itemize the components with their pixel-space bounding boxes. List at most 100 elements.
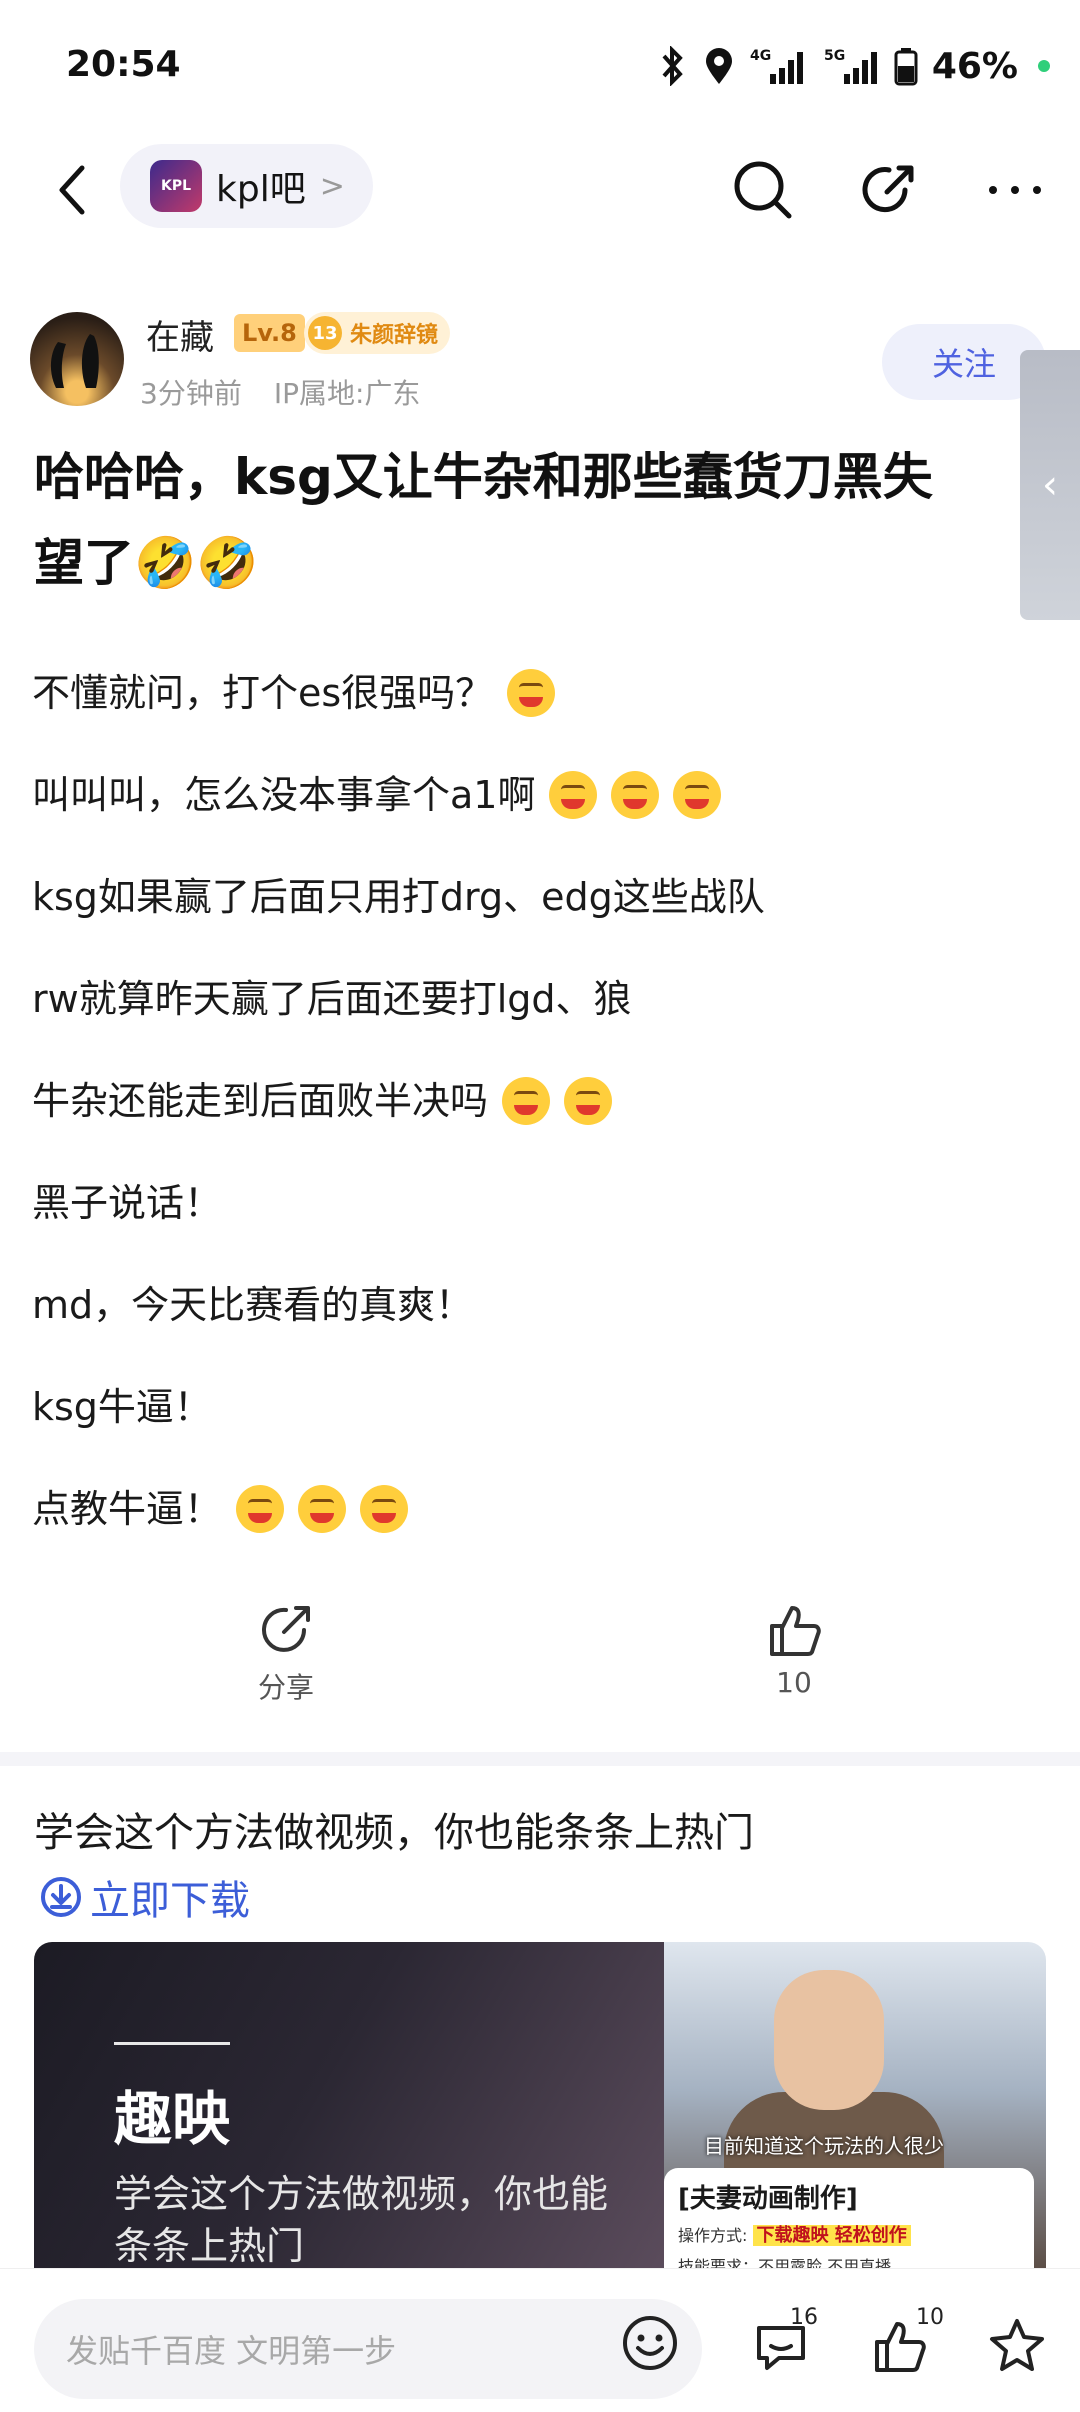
honor-title: 朱颜辞镜 <box>350 323 439 348</box>
post-paragraph: md，今天比赛看的真爽！ <box>32 1254 1052 1356</box>
emoji-icon <box>236 1485 285 1533</box>
ad-brand: 趣映 <box>114 2085 231 2153</box>
honor-badge: 13 朱颜辞镜 <box>304 312 451 354</box>
status-bar: 20:54 4G 5G 46% <box>0 0 1080 140</box>
ad-box-highlight: 下载趣映 轻松创作 <box>752 2225 911 2246</box>
post-paragraph: 叫叫叫，怎么没本事拿个a1啊 <box>32 744 1052 846</box>
post-paragraph: 点教牛逼！ <box>32 1458 1052 1560</box>
post-paragraph: 不懂就问，打个es很强吗？ <box>32 642 1052 744</box>
paragraph-text: 叫叫叫，怎么没本事拿个a1啊 <box>32 773 536 817</box>
avatar-penguins-icon <box>50 334 99 388</box>
ad-left-panel: 趣映 学会这个方法做视频，你也能条条上热门 <box>34 1942 664 2272</box>
like-button[interactable]: 10 <box>724 1600 864 1699</box>
level-badge: Lv.8 <box>234 314 305 352</box>
emoji-icon <box>564 1077 613 1125</box>
share-edit-button[interactable] <box>854 155 924 225</box>
download-label: 立即下载 <box>90 1878 250 1924</box>
ad-rule <box>114 2042 230 2045</box>
ad-box-row: 操作方式: 下载趣映 轻松创作 <box>678 2221 1020 2247</box>
bottom-bar: 发贴千百度 文明第一步 16 10 <box>0 2268 1080 2412</box>
ad-card[interactable]: 趣映 学会这个方法做视频，你也能条条上热门 目前知道这个玩法的人很少 [夫妻动画… <box>34 1942 1046 2272</box>
paragraph-text: 黑子说话！ <box>32 1181 223 1225</box>
smiley-icon <box>623 2316 677 2370</box>
emoji-icon <box>502 1077 551 1125</box>
share-label: 分享 <box>257 1671 314 1704</box>
more-icon <box>989 186 1041 194</box>
reply-placeholder: 发贴千百度 文明第一步 <box>66 2332 397 2370</box>
emoji-icon <box>298 1485 347 1533</box>
post-body: 不懂就问，打个es很强吗？ 叫叫叫，怎么没本事拿个a1啊 ksg如果赢了后面只用… <box>32 642 1052 1560</box>
post-paragraph: ksg牛逼！ <box>32 1356 1052 1458</box>
thumbs-up-icon <box>770 1606 821 1656</box>
paragraph-text: 点教牛逼！ <box>32 1487 223 1531</box>
emoji-icon <box>507 669 556 717</box>
ad-video-thumbnail: 目前知道这个玩法的人很少 [夫妻动画制作] 操作方式: 下载趣映 轻松创作 技能… <box>664 1942 1046 2272</box>
post-time: 3分钟前 <box>140 377 242 410</box>
post-paragraph: ksg如果赢了后面只用打drg、edg这些战队 <box>32 846 1052 948</box>
chevron-left-icon: ‹ <box>1042 462 1058 508</box>
ad-download-link[interactable]: 立即下载 <box>40 1868 250 1926</box>
share-edit-icon <box>862 165 914 213</box>
post-title-line-1: 哈哈哈，ksg又让牛杂和那些蠢货刀黑失 <box>34 448 933 506</box>
share-icon <box>262 1606 310 1652</box>
battery-percent: 46% <box>931 45 1018 87</box>
status-icons: 4G 5G 46% <box>658 44 1050 88</box>
ad-desc: 学会这个方法做视频，你也能条条上热门 <box>114 2172 609 2268</box>
network-left-label: 4G <box>750 48 771 64</box>
ad-info-box: [夫妻动画制作] 操作方式: 下载趣映 轻松创作 技能要求：不用露脸 不用直播 <box>664 2168 1034 2272</box>
favorite-button[interactable] <box>982 2311 1052 2381</box>
emoji-icon <box>360 1485 409 1533</box>
ad-box-title: [夫妻动画制作] <box>678 2184 858 2214</box>
ip-location: IP属地:广东 <box>273 377 421 410</box>
like-count: 10 <box>776 1666 812 1699</box>
avatar[interactable] <box>30 312 124 406</box>
author-row: 在藏 Lv.8 13 朱颜辞镜 3分钟前 IP属地:广东 关注 <box>0 300 1080 420</box>
battery-icon <box>894 46 918 86</box>
paragraph-text: ksg牛逼！ <box>32 1385 212 1429</box>
post-paragraph: 黑子说话！ <box>32 1152 1052 1254</box>
paragraph-text: 牛杂还能走到后面败半决吗 <box>32 1079 489 1123</box>
paragraph-text: ksg如果赢了后面只用打drg、edg这些战队 <box>32 875 765 919</box>
comment-count: 16 <box>790 2305 818 2330</box>
ad-caption: 目前知道这个玩法的人很少 <box>704 2134 944 2158</box>
bluetooth-icon <box>658 46 688 86</box>
search-icon <box>734 161 792 219</box>
signal-5g-icon: 5G <box>820 46 880 86</box>
post-actions: 分享 10 <box>0 1600 1080 1710</box>
star-icon <box>990 2319 1044 2371</box>
section-divider <box>0 1752 1080 1766</box>
nav-bar: KPL kpl吧 > <box>0 140 1080 240</box>
paragraph-text: 不懂就问，打个es很强吗？ <box>32 671 494 715</box>
emoji-icon <box>673 771 722 819</box>
author-name[interactable]: 在藏 <box>146 310 214 359</box>
post-title-line-2: 望了🤣🤣 <box>34 534 259 592</box>
forum-pill[interactable]: KPL kpl吧 > <box>120 144 373 228</box>
post-title: 哈哈哈，ksg又让牛杂和那些蠢货刀黑失 望了🤣🤣 <box>34 434 1034 606</box>
privacy-dot <box>1038 60 1050 72</box>
share-button[interactable]: 分享 <box>216 1600 356 1706</box>
emoji-button[interactable] <box>618 2311 682 2375</box>
back-button[interactable] <box>40 158 104 222</box>
search-button[interactable] <box>728 155 798 225</box>
forum-name: kpl吧 <box>216 169 306 210</box>
more-button[interactable] <box>980 155 1050 225</box>
svg-text:5G: 5G <box>824 48 845 64</box>
paragraph-text: rw就算昨天赢了后面还要打lgd、狼 <box>32 977 632 1021</box>
download-icon <box>41 1877 81 1917</box>
nav-actions <box>728 150 1050 230</box>
reply-input[interactable]: 发贴千百度 文明第一步 <box>34 2299 702 2399</box>
emoji-icon <box>549 771 598 819</box>
forum-logo: KPL <box>150 160 202 212</box>
ad-title[interactable]: 学会这个方法做视频，你也能条条上热门 <box>34 1800 754 1858</box>
post-paragraph: rw就算昨天赢了后面还要打lgd、狼 <box>32 948 1052 1050</box>
ad-person-face <box>774 1970 884 2110</box>
author-meta: 3分钟前 IP属地:广东 <box>140 372 420 412</box>
status-time: 20:54 <box>66 44 181 85</box>
paragraph-text: md，今天比赛看的真爽！ <box>32 1283 474 1327</box>
signal-4g-icon: 4G <box>750 46 806 86</box>
ad-box-row-label: 操作方式: <box>678 2226 748 2245</box>
back-icon <box>59 165 85 215</box>
honor-level: 13 <box>308 316 342 350</box>
location-icon <box>702 46 736 86</box>
post-paragraph: 牛杂还能走到后面败半决吗 <box>32 1050 1052 1152</box>
